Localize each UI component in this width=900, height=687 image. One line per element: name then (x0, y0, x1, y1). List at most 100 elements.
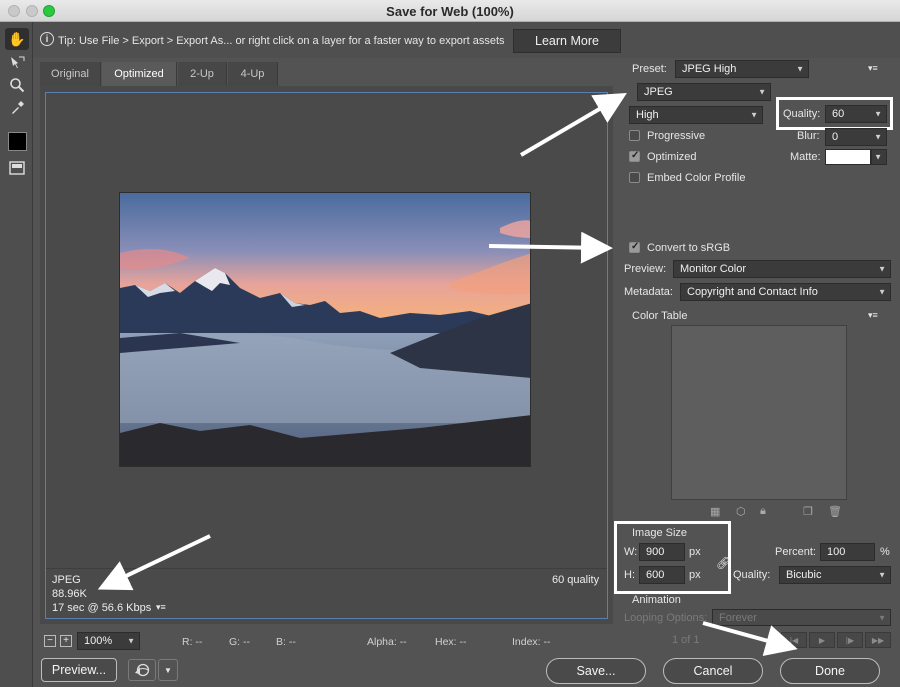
preset-value: JPEG High (682, 63, 737, 75)
status-hex: Hex: -- (435, 636, 467, 648)
preview-label: Preview: (624, 263, 667, 275)
color-table-menu-icon[interactable]: ▾≡ (868, 310, 878, 321)
chevron-down-icon: ▼ (874, 109, 882, 119)
eyedropper-tool-icon[interactable] (5, 97, 29, 119)
preview-image[interactable] (119, 192, 531, 467)
optimize-menu-icon[interactable]: ▾≡ (868, 63, 878, 74)
format-value: JPEG (644, 86, 673, 98)
looping-options-value: Forever (719, 611, 757, 624)
hand-tool-icon[interactable]: ✋ (5, 28, 29, 50)
percent-label: Percent: (775, 546, 816, 558)
chevron-down-icon: ▼ (796, 64, 804, 74)
slice-select-tool-icon[interactable] (5, 51, 29, 73)
preview-button[interactable]: Preview... (41, 658, 117, 682)
eyedropper-color-swatch[interactable] (8, 132, 27, 151)
blur-input[interactable]: 0 ▼ (825, 128, 887, 146)
web-safe-icon[interactable]: ⬡ (736, 505, 746, 518)
done-button[interactable]: Done (780, 658, 880, 684)
new-color-icon[interactable]: ❐ (803, 505, 813, 518)
compression-select[interactable]: High ▼ (629, 106, 763, 124)
trash-icon[interactable]: 🗑︎ (828, 505, 842, 518)
play-icon[interactable]: ▶ (809, 632, 835, 648)
arrow-to-done (702, 621, 798, 657)
lock-color-icon[interactable]: 🔒︎ (760, 505, 766, 518)
next-frame-icon[interactable]: |▶ (837, 632, 863, 648)
embed-color-profile-label: Embed Color Profile (647, 172, 746, 184)
metadata-select[interactable]: Copyright and Contact Info ▼ (680, 283, 891, 301)
learn-more-button[interactable]: Learn More (513, 29, 621, 53)
height-value: 600 (646, 569, 665, 581)
tip-text: Tip: Use File > Export > Export As... or… (58, 35, 505, 47)
animation-controls: |◀ ▶ |▶ ▶▶ (781, 632, 891, 648)
link-proportions-icon[interactable]: 🔗︎ (716, 556, 731, 570)
info-icon: i (40, 32, 54, 46)
resample-quality-select[interactable]: Bicubic ▼ (779, 566, 891, 584)
looping-options-label: Looping Options: (624, 612, 708, 624)
width-unit: px (689, 546, 701, 558)
preview-file-size: 88.96K (52, 588, 87, 600)
percent-value: 100 (827, 546, 846, 558)
blur-value: 0 (832, 131, 839, 143)
height-label: H: (624, 569, 635, 581)
preset-select[interactable]: JPEG High ▼ (675, 60, 809, 78)
chevron-down-icon: ▼ (878, 613, 886, 622)
tab-2-up[interactable]: 2-Up (178, 62, 227, 86)
chevron-down-icon: ▼ (878, 264, 886, 274)
zoom-tool-icon[interactable] (5, 74, 29, 96)
tab-4-up[interactable]: 4-Up (228, 62, 278, 86)
chevron-down-icon: ▼ (878, 287, 886, 297)
last-frame-icon[interactable]: ▶▶ (865, 632, 891, 648)
first-frame-icon[interactable]: |◀ (781, 632, 807, 648)
zoom-in-button[interactable]: + (60, 635, 72, 647)
color-table-label: Color Table (632, 310, 688, 322)
status-g: G: -- (229, 636, 250, 648)
title-bar: Save for Web (100%) (0, 0, 900, 22)
compression-value: High (636, 109, 659, 121)
optimized-checkbox[interactable] (629, 150, 640, 162)
zoom-level-select[interactable]: 100% ▼ (77, 632, 140, 650)
zoom-out-button[interactable]: − (44, 635, 56, 647)
preset-label: Preset: (632, 63, 667, 75)
quality-label: Quality: (783, 108, 821, 120)
chevron-down-icon: ▼ (758, 87, 766, 97)
browser-preview-icon[interactable] (128, 659, 156, 681)
cancel-button[interactable]: Cancel (663, 658, 763, 684)
quality-input[interactable]: 60 ▼ (825, 105, 887, 123)
status-alpha: Alpha: -- (367, 636, 407, 648)
toggle-slices-visibility-icon[interactable] (5, 157, 29, 179)
image-size-header: Image Size (632, 527, 688, 539)
matte-label: Matte: (790, 151, 821, 163)
save-button[interactable]: Save... (546, 658, 646, 684)
preview-format: JPEG (52, 574, 81, 586)
convert-srgb-label: Convert to sRGB (647, 242, 731, 254)
format-select[interactable]: JPEG ▼ (637, 83, 771, 101)
convert-srgb-checkbox[interactable] (629, 241, 640, 253)
tab-original[interactable]: Original (40, 62, 101, 86)
matte-color-swatch[interactable] (825, 149, 871, 165)
frame-counter: 1 of 1 (672, 634, 700, 646)
status-b: B: -- (276, 636, 296, 648)
percent-input[interactable]: 100 (820, 543, 875, 561)
tab-optimized[interactable]: Optimized (102, 62, 177, 86)
map-transparency-icon[interactable]: ▦ (710, 505, 720, 518)
resample-quality-label: Quality: (733, 569, 771, 581)
quality-value: 60 (832, 108, 845, 120)
matte-select[interactable]: ▼ (871, 149, 887, 165)
chevron-down-icon: ▼ (874, 132, 882, 142)
embed-color-profile-checkbox[interactable] (629, 172, 640, 183)
color-table[interactable] (671, 325, 847, 500)
download-speed-menu-icon[interactable]: ▾≡ (156, 602, 166, 613)
progressive-checkbox[interactable] (629, 130, 640, 141)
preview-value: Monitor Color (680, 263, 747, 275)
looping-options-select[interactable]: Forever ▼ (712, 609, 891, 626)
blur-label: Blur: (797, 130, 820, 142)
height-input[interactable]: 600 (639, 566, 685, 584)
percent-unit: % (880, 546, 890, 558)
preview-select[interactable]: Monitor Color ▼ (673, 260, 891, 278)
progressive-label: Progressive (647, 130, 706, 142)
status-index: Index: -- (512, 636, 551, 648)
width-input[interactable]: 900 (639, 543, 685, 561)
preview-download-time: 17 sec @ 56.6 Kbps (52, 602, 152, 614)
window-title: Save for Web (100%) (386, 4, 514, 19)
browser-select-chevron-icon[interactable]: ▼ (158, 659, 178, 681)
